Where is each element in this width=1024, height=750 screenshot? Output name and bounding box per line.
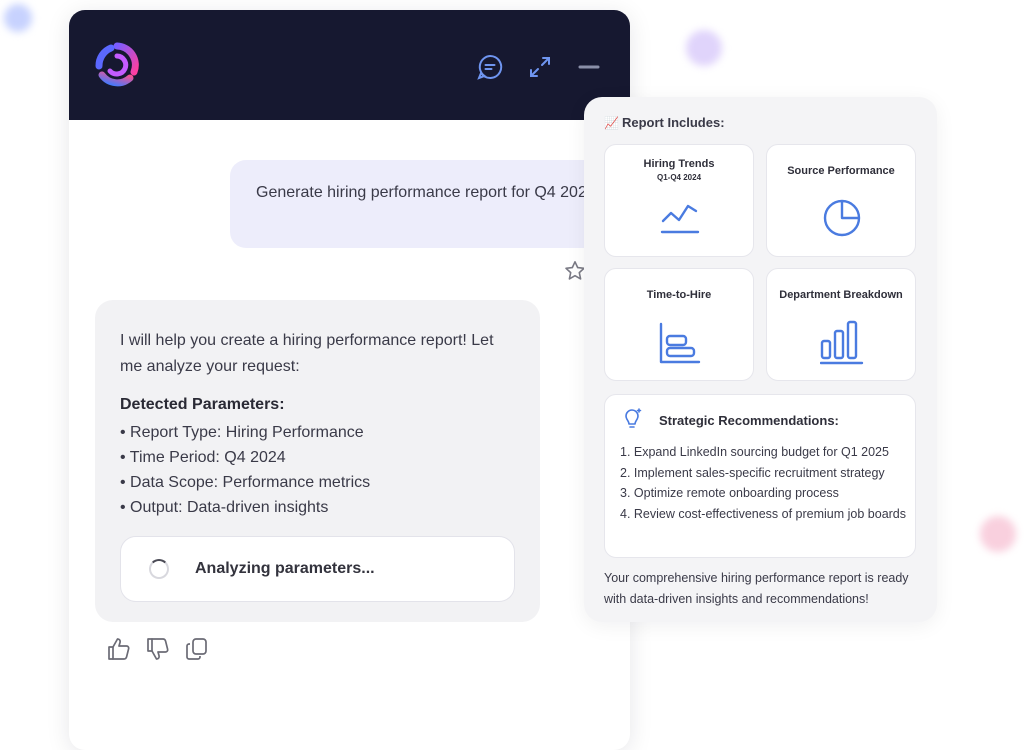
chat-icon[interactable] — [475, 52, 505, 82]
decorative-blob — [980, 516, 1016, 552]
param-item: • Report Type: Hiring Performance — [120, 424, 364, 441]
recommendation-item: 3. Optimize remote onboarding process — [620, 486, 839, 500]
user-message-bubble: Generate hiring performance report for Q… — [230, 160, 630, 248]
chat-window: Generate hiring performance report for Q… — [69, 10, 630, 750]
copy-icon[interactable] — [184, 636, 210, 662]
thumbs-down-icon[interactable] — [145, 636, 171, 662]
expand-icon[interactable] — [525, 52, 555, 82]
bot-intro-text: I will help you create a hiring performa… — [120, 332, 494, 375]
pie-chart-icon — [823, 199, 861, 237]
decorative-blob — [686, 30, 722, 66]
param-item: • Time Period: Q4 2024 — [120, 449, 286, 466]
report-title: 📈 Report Includes: — [604, 115, 725, 130]
logo-icon — [95, 42, 139, 87]
report-card-hiring-trends[interactable]: Hiring Trends Q1-Q4 2024 — [604, 144, 754, 257]
card-title: Hiring Trends — [643, 158, 715, 170]
chart-emoji-icon: 📈 — [604, 116, 619, 130]
recommendation-item: 1. Expand LinkedIn sourcing budget for Q… — [620, 445, 889, 459]
card-title: Time-to-Hire — [646, 289, 712, 301]
chat-header — [69, 10, 630, 120]
report-panel: 📈 Report Includes: Hiring Trends Q1-Q4 20… — [584, 97, 937, 622]
params-title: Detected Parameters: — [120, 396, 285, 413]
card-title: Source Performance — [787, 165, 895, 177]
card-subtitle: Q1-Q4 2024 — [656, 173, 702, 182]
line-chart-icon — [660, 204, 700, 234]
report-card-source-performance[interactable]: Source Performance — [766, 144, 916, 257]
strategy-title: Strategic Recommendations: — [659, 413, 839, 428]
recommendations-list: 1. Expand LinkedIn sourcing budget for Q… — [620, 442, 910, 524]
recommendation-item: 2. Implement sales-specific recruitment … — [620, 465, 885, 480]
bot-message-bubble: I will help you create a hiring performa… — [95, 300, 540, 622]
param-item: • Output: Data-driven insights — [120, 499, 329, 516]
minimize-icon[interactable] — [574, 52, 604, 82]
thumbs-up-icon[interactable] — [106, 636, 132, 662]
param-item: • Data Scope: Performance metrics — [120, 474, 371, 491]
report-title-text: Report Includes: — [621, 115, 725, 130]
report-card-department-breakdown[interactable]: Department Breakdown — [766, 268, 916, 381]
recommendation-item: 4. Review cost-effectiveness of premium … — [620, 506, 907, 521]
spinner-icon — [149, 559, 169, 579]
bar-chart-icon — [820, 320, 864, 365]
status-card: Analyzing parameters... — [120, 536, 515, 602]
lightbulb-icon — [625, 408, 642, 428]
horizontal-bar-chart-icon — [659, 322, 701, 364]
report-card-time-to-hire[interactable]: Time-to-Hire — [604, 268, 754, 381]
strategy-card: Strategic Recommendations: 1. Expand Lin… — [604, 394, 916, 558]
report-summary: Your comprehensive hiring performance re… — [604, 571, 909, 606]
card-title: Department Breakdown — [779, 289, 903, 301]
status-text: Analyzing parameters... — [195, 560, 375, 577]
params-list: • Report Type: Hiring Performance • Time… — [120, 420, 370, 520]
decorative-blob — [4, 4, 32, 32]
